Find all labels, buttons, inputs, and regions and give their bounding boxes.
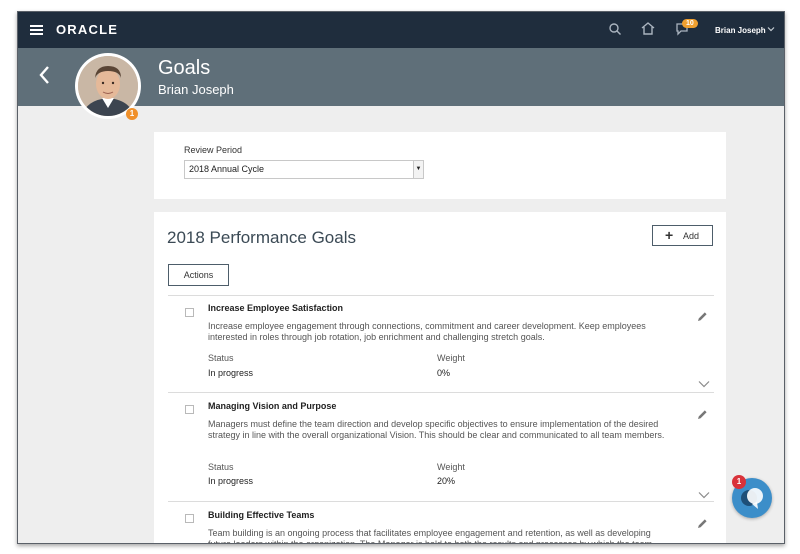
user-menu[interactable]: Brian Joseph bbox=[715, 26, 766, 35]
goal-status-value: In progress bbox=[208, 476, 254, 486]
add-goal-label: Add bbox=[683, 231, 700, 241]
goal-item: Building Effective Teams Team building i… bbox=[168, 501, 714, 544]
goal-description: Team building is an ongoing process that… bbox=[208, 528, 653, 544]
review-period-card: Review Period 2018 Annual Cycle ▼ bbox=[154, 132, 726, 199]
goal-weight-value: 20% bbox=[437, 476, 456, 486]
expand-chevron-icon[interactable] bbox=[698, 375, 710, 393]
top-bar: ORACLE 10 Brian Joseph bbox=[18, 12, 784, 48]
goal-title[interactable]: Managing Vision and Purpose bbox=[208, 401, 336, 411]
page-title: Goals bbox=[158, 57, 211, 79]
goal-weight-label: Weight bbox=[437, 462, 465, 472]
edit-pencil-icon[interactable] bbox=[697, 516, 708, 534]
goal-description: Increase employee engagement through con… bbox=[208, 321, 646, 342]
goal-checkbox[interactable] bbox=[185, 308, 194, 317]
edit-pencil-icon[interactable] bbox=[697, 309, 708, 327]
goal-checkbox[interactable] bbox=[185, 514, 194, 523]
edit-pencil-icon[interactable] bbox=[697, 407, 708, 425]
goals-card: 2018 Performance Goals + Add Actions Inc… bbox=[154, 212, 726, 544]
oracle-logo[interactable]: ORACLE bbox=[56, 22, 118, 37]
add-goal-button[interactable]: + Add bbox=[652, 225, 713, 246]
goal-status-label: Status bbox=[208, 353, 234, 363]
chevron-down-icon[interactable] bbox=[767, 25, 775, 35]
page-subtitle: Brian Joseph bbox=[158, 82, 234, 97]
goal-item: Managing Vision and Purpose Managers mus… bbox=[168, 392, 714, 502]
notification-badge: 10 bbox=[682, 19, 698, 28]
goal-weight-label: Weight bbox=[437, 353, 465, 363]
avatar[interactable]: 1 bbox=[75, 53, 141, 120]
goal-checkbox[interactable] bbox=[185, 405, 194, 414]
review-period-label: Review Period bbox=[184, 145, 243, 155]
app-window: ORACLE 10 Brian Joseph Goals Brian Josep… bbox=[17, 11, 785, 544]
back-arrow-icon[interactable] bbox=[38, 65, 50, 90]
goal-status-value: In progress bbox=[208, 368, 254, 378]
goal-status-label: Status bbox=[208, 462, 234, 472]
avatar-badge: 1 bbox=[126, 108, 138, 120]
search-icon[interactable] bbox=[608, 22, 622, 41]
avatar-photo bbox=[78, 56, 138, 116]
plus-icon: + bbox=[665, 227, 674, 243]
review-period-value: 2018 Annual Cycle bbox=[189, 164, 265, 174]
goal-title[interactable]: Increase Employee Satisfaction bbox=[208, 303, 343, 313]
goal-description: Managers must define the team direction … bbox=[208, 419, 665, 440]
menu-icon[interactable] bbox=[30, 25, 43, 35]
goal-item: Increase Employee Satisfaction Increase … bbox=[168, 295, 714, 393]
dropdown-arrow-icon[interactable]: ▼ bbox=[413, 161, 423, 178]
home-icon[interactable] bbox=[640, 21, 656, 41]
goals-section-title: 2018 Performance Goals bbox=[167, 228, 356, 247]
actions-button[interactable]: Actions bbox=[168, 264, 229, 286]
chat-badge: 1 bbox=[732, 475, 746, 489]
goal-weight-value: 0% bbox=[437, 368, 451, 378]
review-period-select[interactable]: 2018 Annual Cycle ▼ bbox=[184, 160, 424, 179]
goal-title[interactable]: Building Effective Teams bbox=[208, 510, 314, 520]
